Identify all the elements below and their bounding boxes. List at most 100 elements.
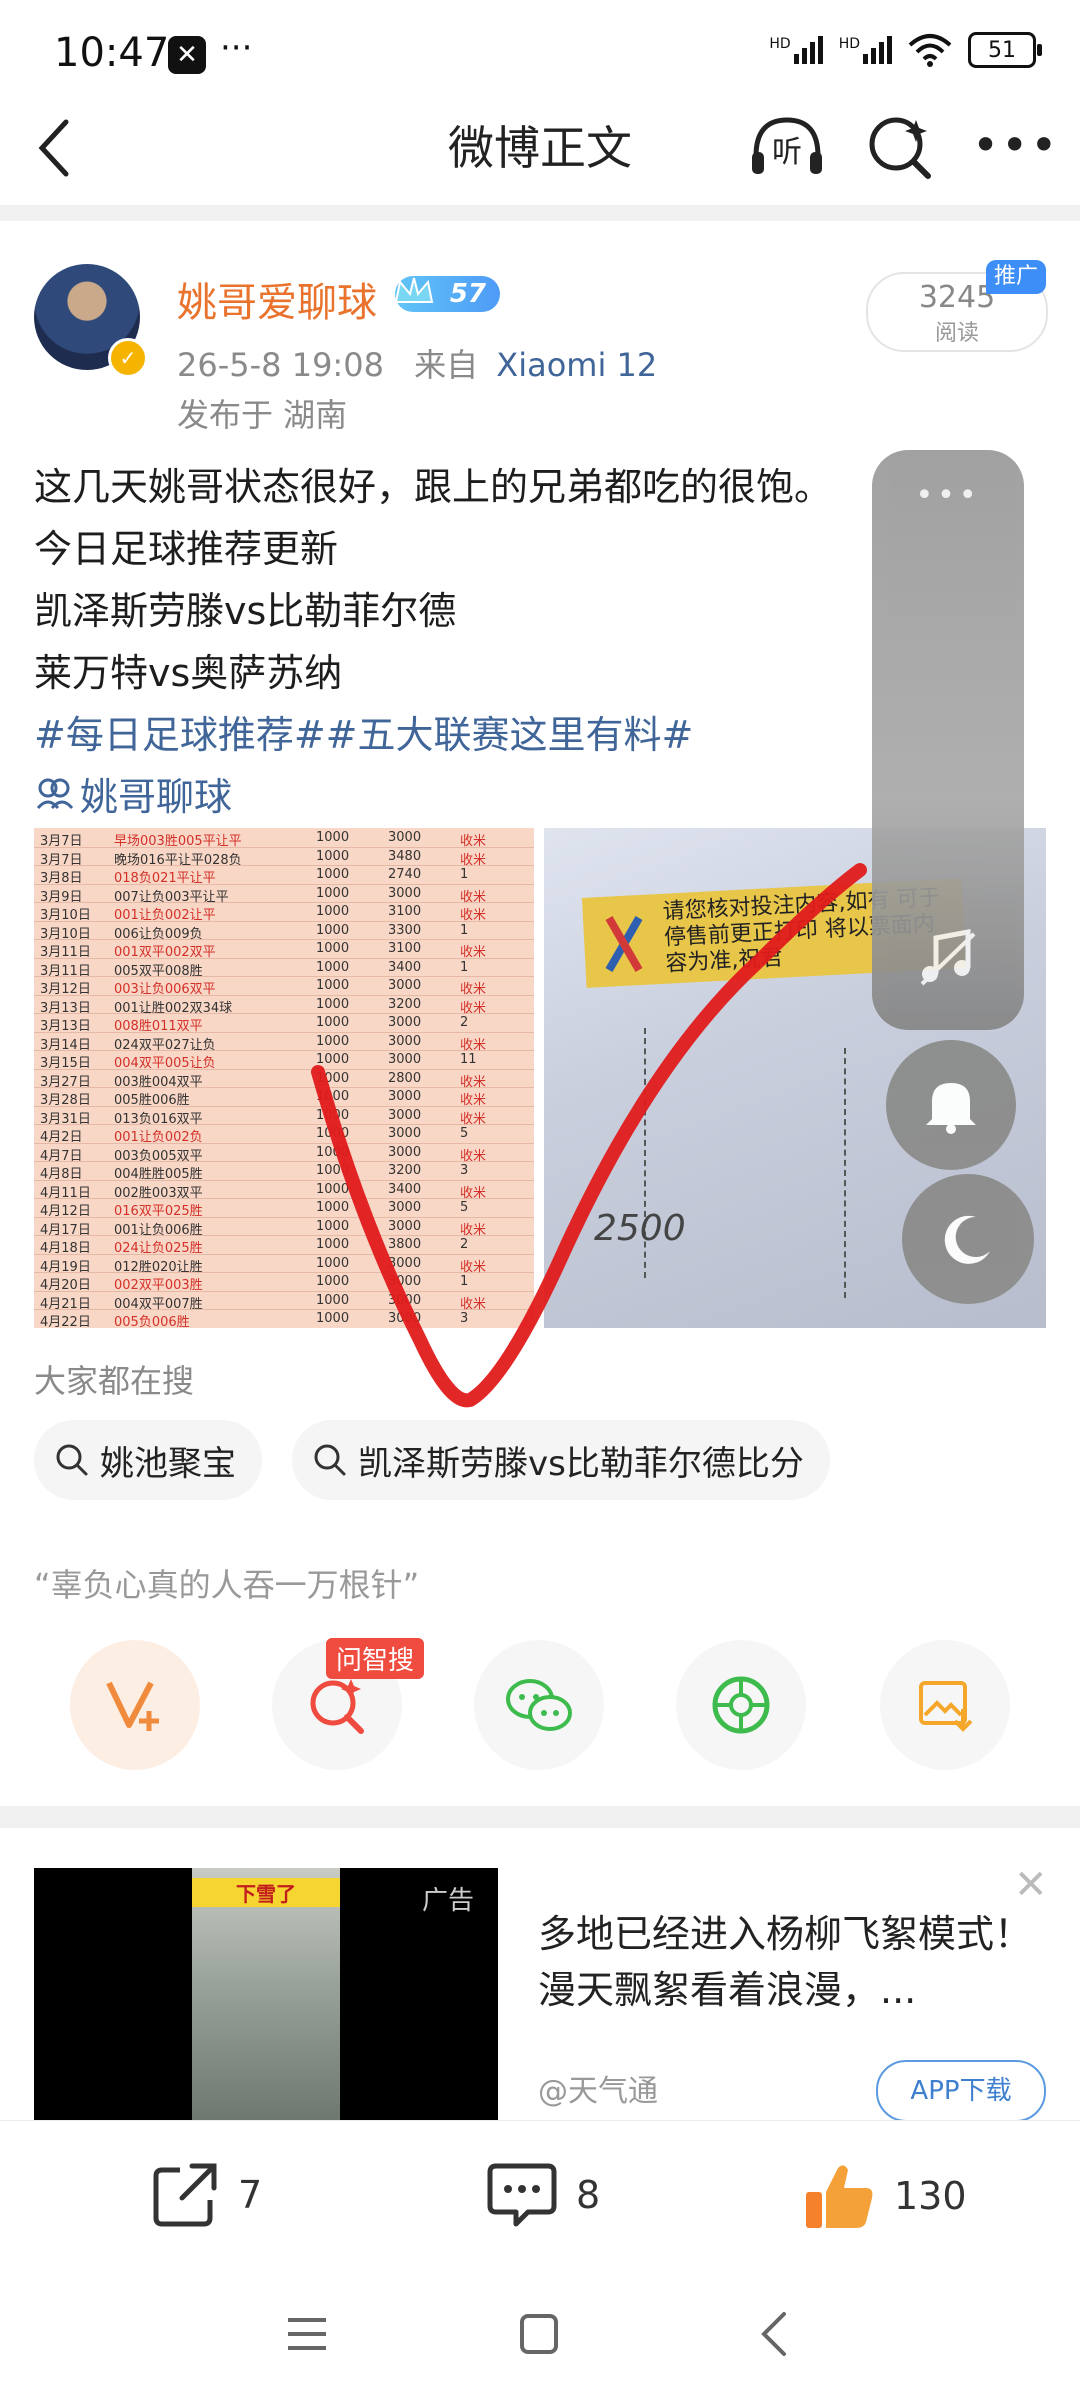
table-cell: 3200 — [388, 1163, 422, 1178]
table-cell: 005负006胜 — [114, 1315, 190, 1328]
table-row: 4月8日 004胜胜005胜 1000 3200 3 — [34, 1161, 534, 1182]
table-row: 3月9日 007让负003平让平 1000 3000 收米 — [34, 884, 534, 905]
table-cell: 1000 — [316, 1292, 350, 1308]
table-cell: 3400 — [388, 1181, 422, 1197]
table-cell: 3000 — [388, 885, 422, 901]
source-device[interactable]: Xiaomi 12 — [496, 346, 657, 384]
system-back-icon[interactable] — [756, 2310, 790, 2358]
table-row: 3月14日 024双平027让负 1000 3000 收米 — [34, 1032, 534, 1053]
table-row: 4月21日 004双平007胜 1000 3000 收米 — [34, 1291, 534, 1312]
table-row: 3月11日 001双平002双平 1000 3100 收米 — [34, 939, 534, 960]
table-cell: 3000 — [388, 1107, 422, 1123]
table-cell: 3000 — [388, 830, 422, 845]
super-topic-link[interactable]: 姚哥聊球 — [34, 766, 232, 821]
table-cell: 1000 — [316, 885, 350, 901]
lottery-logo-icon — [594, 914, 654, 974]
table-cell: 3200 — [388, 996, 422, 1012]
table-row: 3月10日 006让负009负 1000 3300 1 — [34, 921, 534, 942]
home-icon[interactable] — [518, 2312, 560, 2356]
table-row: 4月2日 001让负002负 1000 3000 5 — [34, 1124, 534, 1145]
moon-icon — [944, 1215, 990, 1264]
table-cell: 2740 — [388, 867, 422, 882]
like-button[interactable]: 130 — [802, 2160, 967, 2232]
moments-share-button[interactable] — [676, 1640, 806, 1770]
table-cell: 1000 — [316, 978, 350, 993]
comment-button[interactable]: 8 — [486, 2160, 600, 2230]
music-off-icon[interactable] — [916, 928, 980, 988]
vplus-share-button[interactable] — [70, 1640, 200, 1770]
search-chip[interactable]: 姚池聚宝 — [34, 1420, 262, 1500]
status-icons: HD HD 51 — [769, 32, 1042, 68]
quote-text: “辜负心真的人吞一万根针” — [34, 1566, 420, 1604]
table-cell: 5 — [460, 1200, 469, 1215]
search-icon — [56, 1444, 88, 1476]
table-cell: 1000 — [316, 1126, 350, 1141]
table-row: 4月22日 005负006胜 1000 3000 3 — [34, 1309, 534, 1328]
recents-icon[interactable] — [286, 2314, 328, 2354]
save-image-button[interactable] — [880, 1640, 1010, 1770]
author-name[interactable]: 姚哥爱聊球 — [177, 270, 377, 328]
table-cell: 4月22日 — [40, 1315, 91, 1328]
table-cell: 1000 — [316, 1070, 350, 1086]
dark-mode-button[interactable] — [902, 1174, 1034, 1304]
table-cell: 1000 — [316, 1089, 350, 1104]
smart-search-icon[interactable] — [866, 112, 936, 182]
table-cell: 1000 — [316, 830, 350, 845]
table-cell: 3000 — [388, 1218, 422, 1234]
panel-more-icon[interactable]: ••• — [872, 478, 1024, 513]
notification-bell-button[interactable] — [886, 1040, 1016, 1170]
table-row: 3月10日 001让负002让平 1000 3100 收米 — [34, 902, 534, 923]
table-cell: 3 — [460, 1163, 469, 1178]
ad-title[interactable]: 多地已经进入杨柳飞絮模式！漫天飘絮看着浪漫，... — [538, 1906, 1038, 2018]
wechat-share-button[interactable] — [474, 1640, 604, 1770]
more-dots-icon: ··· — [220, 28, 253, 68]
comment-count: 8 — [576, 2173, 601, 2217]
listen-icon[interactable]: 听 — [748, 112, 826, 180]
table-cell: 1000 — [316, 848, 350, 864]
table-cell: 2 — [460, 1015, 469, 1030]
bell-icon — [926, 1083, 976, 1134]
save-image-icon — [919, 1681, 973, 1732]
hashtag-link[interactable]: #每日足球推荐##五大联赛这里有料# — [34, 704, 693, 759]
table-cell: 3000 — [388, 1052, 422, 1067]
post-text-line: 凯泽斯劳滕vs比勒菲尔德 — [34, 589, 457, 633]
table-cell: 1000 — [316, 1181, 350, 1197]
section-divider — [0, 1806, 1080, 1828]
ad-source[interactable]: @天气通 — [538, 2066, 658, 2110]
table-cell: 2800 — [388, 1070, 422, 1086]
trending-search-title: 大家都在搜 — [34, 1362, 195, 1400]
table-cell: 1000 — [316, 941, 350, 956]
table-cell: 1000 — [316, 1274, 350, 1289]
repost-button[interactable]: 7 — [150, 2160, 262, 2230]
more-icon[interactable]: ••• — [972, 118, 1059, 172]
ad-download-button[interactable]: APP下载 — [876, 2060, 1046, 2122]
promo-badge: 推广 — [986, 260, 1046, 294]
status-bar: 10:47 ✕ ··· HD HD 51 — [0, 0, 1080, 110]
table-row: 4月17日 001让负006胜 1000 3000 收米 — [34, 1217, 534, 1238]
floating-panel[interactable]: ••• — [872, 450, 1024, 1030]
table-cell: 3000 — [388, 1200, 422, 1215]
table-cell: 5 — [460, 1126, 469, 1141]
source-prefix: 来自 — [414, 346, 479, 384]
table-cell: 3000 — [388, 1033, 422, 1049]
table-cell: 1000 — [316, 1218, 350, 1234]
table-cell: 1 — [460, 867, 469, 882]
capcut-icon: ✕ — [168, 36, 206, 74]
status-time: 10:47 — [54, 30, 170, 76]
svg-text:听: 听 — [772, 135, 802, 170]
table-cell: 3100 — [388, 904, 422, 919]
table-row: 4月19日 012胜020让胜 1000 3000 收米 — [34, 1254, 534, 1275]
table-cell: 1000 — [316, 1107, 350, 1123]
table-cell: 3400 — [388, 959, 422, 975]
post-image-record-table[interactable]: 3月7日 早场003胜005平让平 1000 3000 收米 3月7日 晚场016平让平02… — [34, 828, 534, 1328]
table-cell: 3000 — [388, 1015, 422, 1030]
ai-search-icon — [310, 1679, 364, 1734]
table-cell: 3000 — [388, 1292, 422, 1308]
signal-icon-2: HD — [839, 36, 892, 64]
table-cell: 1000 — [316, 867, 350, 882]
table-row: 4月20日 002双平003胜 1000 3000 1 — [34, 1272, 534, 1293]
table-row: 4月18日 024让负025胜 1000 3800 2 — [34, 1235, 534, 1256]
table-row: 3月27日 003胜004双平 1000 2800 收米 — [34, 1069, 534, 1090]
search-chip[interactable]: 凯泽斯劳滕vs比勒菲尔德比分 — [292, 1420, 830, 1500]
ad-close-icon[interactable]: ✕ — [1014, 1862, 1048, 1908]
